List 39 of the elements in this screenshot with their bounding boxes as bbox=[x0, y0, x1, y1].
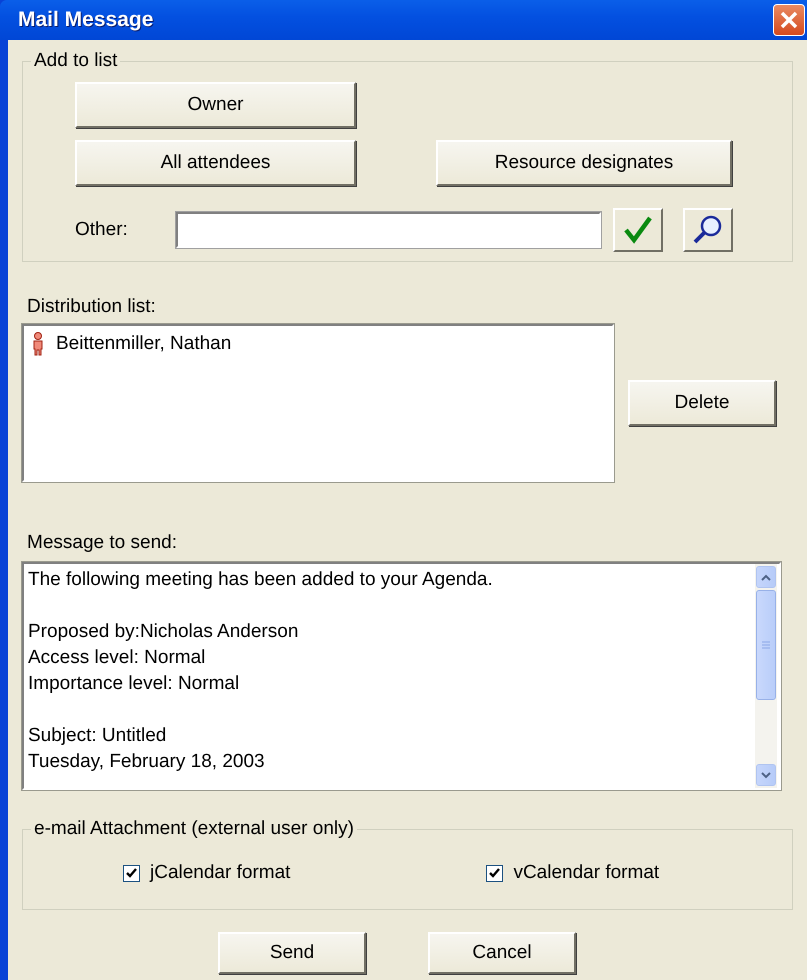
message-line: The following meeting has been added to your Agenda. bbox=[28, 568, 494, 592]
message-line: Access level: Normal bbox=[28, 646, 206, 670]
dialog-button[interactable]: Send bbox=[218, 932, 366, 974]
message-line: Importance level: Normal bbox=[28, 672, 240, 696]
scroll-thumb[interactable] bbox=[756, 590, 776, 700]
dialog-button[interactable]: Cancel bbox=[428, 932, 576, 974]
search-icon bbox=[692, 214, 724, 246]
confirm-button[interactable] bbox=[612, 208, 663, 252]
close-button[interactable] bbox=[773, 4, 805, 36]
message-line: Tuesday, February 18, 2003 bbox=[28, 750, 266, 774]
add-button[interactable]: All attendees bbox=[75, 140, 356, 186]
list-item[interactable]: Beittenmiller, Nathan bbox=[56, 333, 232, 355]
delete-button[interactable]: Delete bbox=[628, 380, 776, 426]
add-button[interactable]: Resource designates bbox=[436, 140, 732, 186]
close-icon bbox=[779, 10, 799, 30]
message-line: Proposed by:Nicholas Anderson bbox=[28, 620, 300, 644]
chevron-down-icon bbox=[761, 772, 771, 778]
group-label: Add to list bbox=[33, 50, 118, 72]
checkbox-label: jCalendar format bbox=[150, 862, 290, 884]
other-label: Other: bbox=[75, 219, 128, 241]
other-input-field[interactable] bbox=[176, 212, 601, 248]
grip-icon bbox=[762, 641, 770, 649]
message-textarea[interactable]: The following meeting has been added to your Agenda. Proposed by:Nicholas Anderson Access level: Normal Importance level: Normal Subject: Untitled Tuesday, February 18, 2003 bbox=[22, 562, 781, 790]
add-button[interactable]: Owner bbox=[75, 82, 356, 128]
scrollbar[interactable] bbox=[755, 564, 777, 788]
chevron-up-icon bbox=[761, 574, 771, 580]
distribution-list-label: Distribution list: bbox=[27, 296, 157, 318]
scroll-down-button[interactable] bbox=[756, 764, 776, 786]
scroll-up-button[interactable] bbox=[756, 566, 776, 588]
person-icon bbox=[32, 332, 44, 356]
checkbox-label: vCalendar format bbox=[513, 862, 660, 884]
message-label: Message to send: bbox=[27, 532, 178, 554]
checkmark-icon bbox=[622, 215, 653, 245]
message-line: Subject: Untitled bbox=[28, 724, 168, 748]
group-label: e-mail Attachment (external user only) bbox=[33, 818, 355, 840]
checkbox[interactable] bbox=[486, 864, 504, 882]
window-title: Mail Message bbox=[18, 8, 154, 32]
search-button[interactable] bbox=[682, 208, 733, 252]
checkbox[interactable] bbox=[123, 864, 140, 882]
